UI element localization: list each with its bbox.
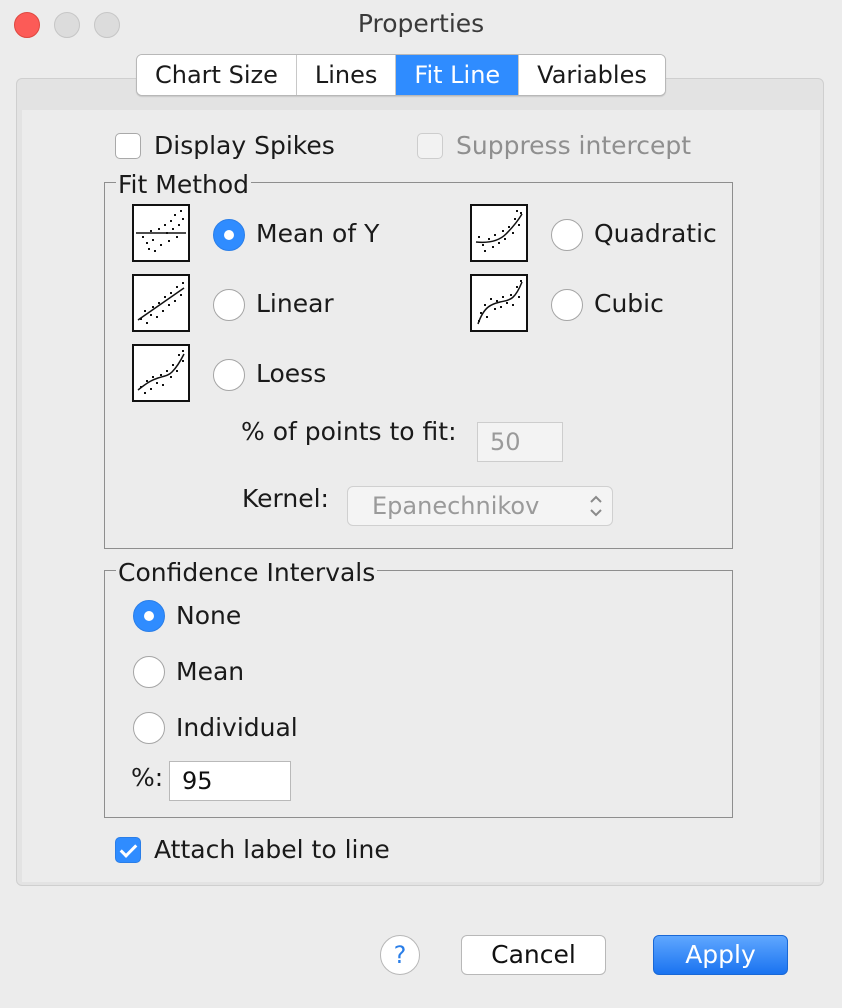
display-spikes-label: Display Spikes — [154, 131, 335, 160]
mean-of-y-label: Mean of Y — [256, 219, 380, 248]
linear-thumbnail-icon — [132, 274, 190, 332]
ci-none-label: None — [176, 601, 242, 630]
tab-variables[interactable]: Variables — [519, 55, 665, 95]
tab-chart-size[interactable]: Chart Size — [137, 55, 297, 95]
ci-percent-input[interactable]: 95 — [169, 761, 291, 801]
ci-percent-label: %: — [131, 763, 164, 792]
points-to-fit-input[interactable]: 50 — [477, 422, 563, 462]
tab-bar: Chart Size Lines Fit Line Variables — [136, 54, 666, 96]
cancel-button[interactable]: Cancel — [461, 935, 606, 975]
help-button[interactable]: ? — [380, 935, 420, 975]
attach-label-checkbox[interactable] — [115, 837, 141, 863]
cubic-label: Cubic — [594, 289, 664, 318]
linear-radio[interactable] — [213, 289, 245, 321]
quadratic-label: Quadratic — [594, 219, 717, 248]
tab-lines[interactable]: Lines — [296, 55, 397, 95]
loess-label: Loess — [256, 359, 327, 388]
kernel-label: Kernel: — [242, 484, 329, 513]
kernel-select-value: Epanechnikov — [372, 492, 540, 520]
loess-radio[interactable] — [213, 359, 245, 391]
ci-individual-label: Individual — [176, 713, 298, 742]
loess-thumbnail-icon — [132, 344, 190, 402]
points-to-fit-label: % of points to fit: — [241, 417, 457, 446]
confidence-intervals-title: Confidence Intervals — [116, 558, 378, 587]
display-spikes-checkbox[interactable] — [115, 133, 141, 159]
linear-label: Linear — [256, 289, 334, 318]
tab-fit-line[interactable]: Fit Line — [396, 55, 520, 95]
suppress-intercept-label: Suppress intercept — [456, 131, 692, 160]
title-bar: Properties — [0, 0, 842, 48]
cubic-thumbnail-icon — [470, 274, 528, 332]
suppress-intercept-checkbox[interactable] — [417, 133, 443, 159]
ci-none-radio[interactable] — [133, 600, 165, 632]
window-title: Properties — [357, 9, 485, 38]
apply-button[interactable]: Apply — [653, 935, 788, 975]
attach-label-label: Attach label to line — [154, 835, 390, 864]
ci-individual-radio[interactable] — [133, 712, 165, 744]
fit-method-title: Fit Method — [116, 170, 252, 199]
quadratic-thumbnail-icon — [470, 204, 528, 262]
kernel-select[interactable]: Epanechnikov — [347, 486, 613, 526]
quadratic-radio[interactable] — [551, 219, 583, 251]
mean-of-y-thumbnail-icon — [132, 204, 190, 262]
ci-mean-label: Mean — [176, 657, 245, 686]
mean-of-y-radio[interactable] — [213, 219, 245, 251]
cubic-radio[interactable] — [551, 289, 583, 321]
ci-mean-radio[interactable] — [133, 656, 165, 688]
up-down-chevron-icon — [590, 495, 602, 517]
